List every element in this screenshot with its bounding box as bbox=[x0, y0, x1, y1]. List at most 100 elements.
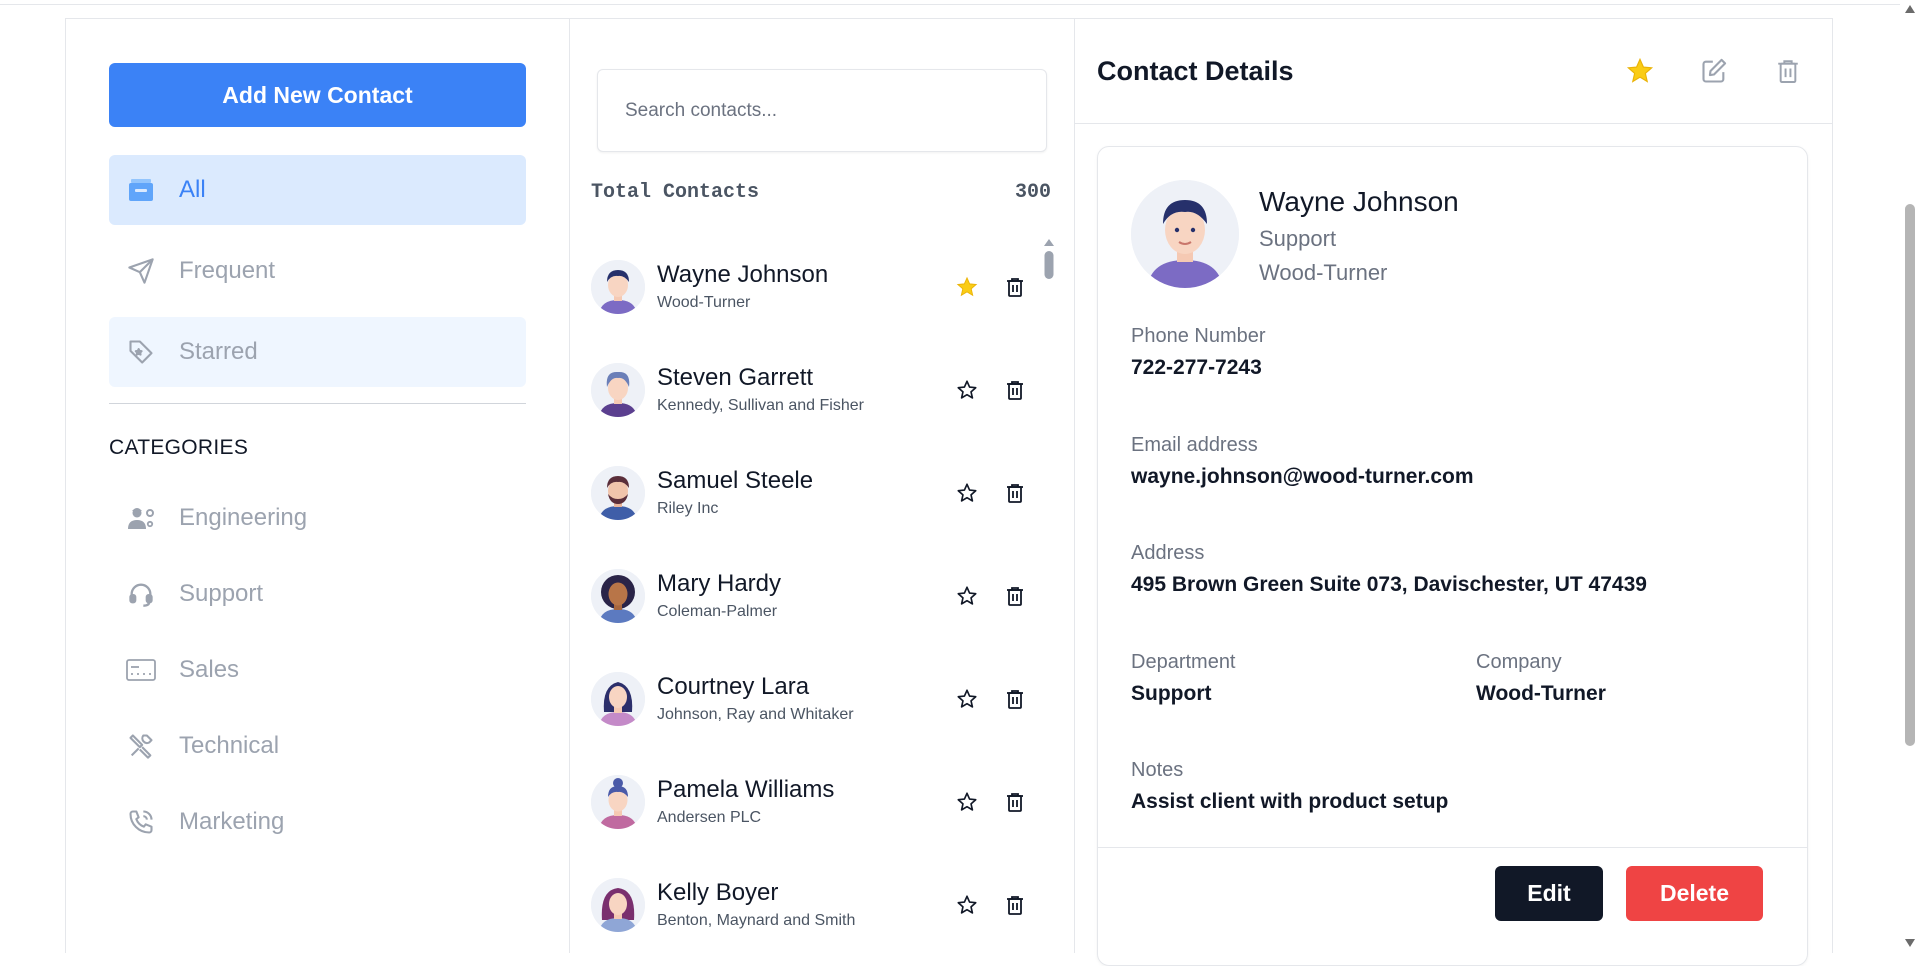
edit-icon[interactable] bbox=[1700, 57, 1728, 85]
contact-company: Johnson, Ray and Whitaker bbox=[657, 706, 854, 723]
trash-icon[interactable] bbox=[1001, 891, 1029, 919]
contact-actions bbox=[953, 685, 1029, 713]
star-outline-icon[interactable] bbox=[953, 788, 981, 816]
contact-card: Wayne Johnson Support Wood-Turner Phone … bbox=[1097, 146, 1808, 966]
star-outline-icon[interactable] bbox=[953, 582, 981, 610]
department-field: Department Support bbox=[1131, 651, 1236, 706]
category-label: Technical bbox=[179, 732, 280, 759]
contact-info: Steven Garrett Kennedy, Sullivan and Fis… bbox=[657, 364, 953, 415]
category-technical[interactable]: Technical bbox=[109, 708, 526, 784]
star-outline-icon[interactable] bbox=[953, 891, 981, 919]
company-value: Wood-Turner bbox=[1476, 682, 1606, 705]
phone-value: 722-277-7243 bbox=[1131, 356, 1262, 379]
avatar bbox=[591, 671, 645, 726]
page-scrollbar[interactable] bbox=[1901, 0, 1919, 953]
star-filled-icon[interactable] bbox=[953, 273, 981, 301]
sidebar-nav: All Frequent Starred bbox=[109, 155, 526, 387]
sidebar-item-frequent[interactable]: Frequent bbox=[109, 236, 526, 306]
category-label: Support bbox=[179, 580, 264, 607]
contact-name: Mary Hardy bbox=[657, 570, 782, 597]
category-label: Marketing bbox=[179, 808, 285, 835]
contact-info: Pamela Williams Andersen PLC bbox=[657, 776, 953, 827]
contact-actions bbox=[953, 376, 1029, 404]
send-icon bbox=[125, 255, 157, 287]
trash-icon[interactable] bbox=[1001, 582, 1029, 610]
avatar bbox=[591, 568, 645, 623]
contact-row[interactable]: Pamela Williams Andersen PLC bbox=[591, 750, 1041, 853]
scroll-up-arrow-icon[interactable] bbox=[1904, 4, 1916, 14]
star-filled-icon[interactable] bbox=[1626, 57, 1654, 85]
avatar bbox=[591, 465, 645, 520]
avatar bbox=[591, 362, 645, 417]
avatar bbox=[591, 259, 645, 314]
department-value: Support bbox=[1131, 682, 1212, 705]
sidebar-divider bbox=[109, 403, 526, 404]
contact-name: Courtney Lara bbox=[657, 673, 810, 700]
category-marketing[interactable]: Marketing bbox=[109, 784, 526, 860]
star-outline-icon[interactable] bbox=[953, 376, 981, 404]
email-value: wayne.johnson@wood-turner.com bbox=[1131, 465, 1474, 488]
contact-full-name: Wayne Johnson bbox=[1259, 186, 1459, 217]
star-outline-icon[interactable] bbox=[953, 479, 981, 507]
contact-row[interactable]: Mary Hardy Coleman-Palmer bbox=[591, 544, 1041, 647]
contact-row[interactable]: Kelly Boyer Benton, Maynard and Smith bbox=[591, 853, 1041, 956]
trash-icon[interactable] bbox=[1001, 479, 1029, 507]
trash-icon[interactable] bbox=[1001, 788, 1029, 816]
contact-row[interactable]: Samuel Steele Riley Inc bbox=[591, 441, 1041, 544]
email-field: Email address wayne.johnson@wood-turner.… bbox=[1131, 434, 1474, 489]
contact-company: Riley Inc bbox=[657, 500, 719, 517]
sidebar-item-label: Starred bbox=[179, 338, 258, 365]
contact-actions bbox=[953, 891, 1029, 919]
email-label: Email address bbox=[1131, 434, 1258, 456]
contact-name: Wayne Johnson bbox=[657, 261, 829, 288]
contact-info: Courtney Lara Johnson, Ray and Whitaker bbox=[657, 673, 953, 724]
trash-icon[interactable] bbox=[1774, 57, 1802, 85]
contact-company: Wood-Turner bbox=[657, 294, 751, 311]
contact-row[interactable]: Wayne Johnson Wood-Turner bbox=[591, 235, 1041, 338]
notes-value: Assist client with product setup bbox=[1131, 790, 1449, 813]
contact-row[interactable]: Courtney Lara Johnson, Ray and Whitaker bbox=[591, 647, 1041, 750]
total-contacts-label: Total Contacts bbox=[591, 181, 760, 204]
total-contacts-count: 300 bbox=[1014, 181, 1051, 204]
scroll-down-arrow-icon[interactable] bbox=[1904, 938, 1916, 948]
list-scrollbar[interactable] bbox=[1042, 237, 1056, 287]
sidebar-item-starred[interactable]: Starred bbox=[109, 317, 526, 387]
card-icon bbox=[125, 654, 157, 686]
avatar bbox=[1131, 180, 1239, 288]
star-outline-icon[interactable] bbox=[953, 685, 981, 713]
contact-list: Wayne Johnson Wood-Turner Steven Garrett… bbox=[591, 235, 1041, 956]
edit-button[interactable]: Edit bbox=[1495, 866, 1603, 921]
sidebar-item-all[interactable]: All bbox=[109, 155, 526, 225]
contact-name: Kelly Boyer bbox=[657, 879, 779, 906]
contact-meta: Wayne Johnson Support Wood-Turner bbox=[1259, 186, 1459, 288]
category-support[interactable]: Support bbox=[109, 556, 526, 632]
contact-list-panel: Total Contacts 300 Wayne Johnson Wood-Tu… bbox=[570, 19, 1075, 953]
sidebar-item-label: All bbox=[179, 176, 206, 203]
avatar bbox=[591, 774, 645, 829]
delete-button[interactable]: Delete bbox=[1626, 866, 1763, 921]
details-toolbar bbox=[1626, 57, 1802, 85]
contact-info: Samuel Steele Riley Inc bbox=[657, 467, 953, 518]
contact-company: Kennedy, Sullivan and Fisher bbox=[657, 397, 864, 414]
category-label: Sales bbox=[179, 656, 240, 683]
category-engineering[interactable]: Engineering bbox=[109, 480, 526, 556]
trash-icon[interactable] bbox=[1001, 685, 1029, 713]
contacts-app: Add New Contact All Frequent Starred CAT… bbox=[65, 18, 1833, 966]
inbox-icon bbox=[125, 174, 157, 206]
contact-row[interactable]: Steven Garrett Kennedy, Sullivan and Fis… bbox=[591, 338, 1041, 441]
search-input[interactable] bbox=[597, 69, 1047, 152]
details-header: Contact Details bbox=[1075, 19, 1832, 124]
trash-icon[interactable] bbox=[1001, 273, 1029, 301]
avatar bbox=[591, 877, 645, 932]
trash-icon[interactable] bbox=[1001, 376, 1029, 404]
tools-icon bbox=[125, 730, 157, 762]
contact-actions bbox=[953, 788, 1029, 816]
add-new-contact-button[interactable]: Add New Contact bbox=[109, 63, 526, 127]
contact-summary: Wayne Johnson Support Wood-Turner bbox=[1131, 180, 1459, 288]
contact-department: Support bbox=[1259, 226, 1337, 251]
page-scrollbar-thumb[interactable] bbox=[1905, 204, 1915, 746]
engineer-icon bbox=[125, 502, 157, 534]
contact-info: Mary Hardy Coleman-Palmer bbox=[657, 570, 953, 621]
category-sales[interactable]: Sales bbox=[109, 632, 526, 708]
total-contacts: Total Contacts 300 bbox=[591, 181, 1051, 204]
